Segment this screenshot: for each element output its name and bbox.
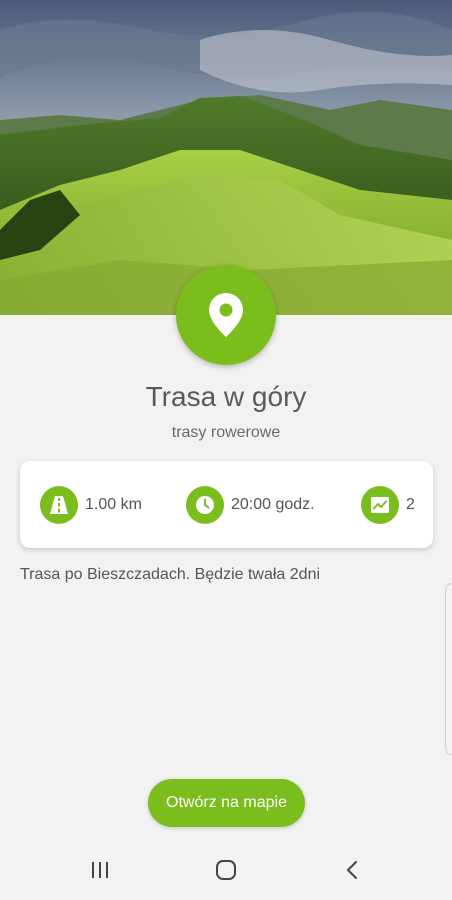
difficulty-value: 2 — [406, 496, 415, 513]
system-navigation-bar — [0, 840, 452, 900]
open-map-button[interactable]: Otwórz na mapie — [148, 779, 305, 827]
map-pin-icon — [209, 293, 243, 337]
trend-chart-icon — [361, 486, 399, 524]
route-title: Trasa w góry — [145, 381, 307, 412]
route-category: trasy rowerowe — [171, 424, 281, 441]
home-icon[interactable] — [206, 854, 246, 886]
edge-panel-handle[interactable] — [445, 583, 452, 755]
route-description: Trasa po Bieszczadach. Będzie twała 2dni — [20, 566, 321, 583]
distance-stat: 1.00 km — [40, 485, 142, 525]
back-icon[interactable] — [332, 854, 372, 886]
location-badge — [176, 265, 276, 365]
clock-icon — [186, 486, 224, 524]
time-value: 20:00 godz. — [231, 496, 315, 513]
time-stat: 20:00 godz. — [186, 485, 315, 525]
distance-value: 1.00 km — [85, 496, 142, 513]
difficulty-stat: 2 — [361, 485, 415, 525]
road-icon — [40, 486, 78, 524]
stats-card: 1.00 km 20:00 godz. 2 — [20, 461, 433, 548]
recent-apps-icon[interactable] — [80, 854, 120, 886]
